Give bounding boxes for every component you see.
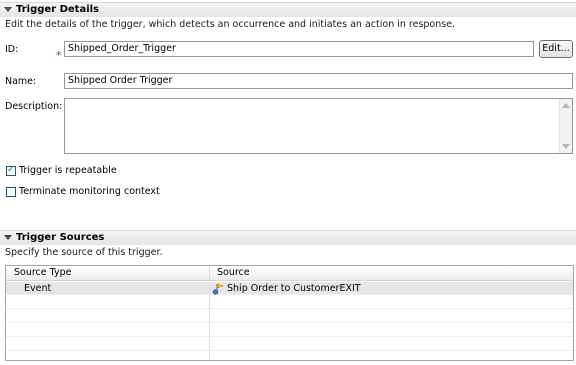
terminate-label: Terminate monitoring context [19, 186, 160, 197]
description-label: Description: [5, 101, 63, 112]
repeatable-label: Trigger is repeatable [19, 165, 117, 176]
table-header: Source Type Source [6, 266, 573, 281]
event-icon [212, 283, 224, 295]
name-field[interactable]: Shipped Order Trigger [64, 73, 573, 89]
table-row [6, 338, 573, 351]
description-textarea[interactable] [64, 98, 573, 154]
trigger-details-description: Edit the details of the trigger, which d… [5, 19, 456, 30]
column-header-source[interactable]: Source [217, 266, 250, 280]
edit-button[interactable]: Edit... [539, 40, 573, 58]
repeatable-checkbox[interactable]: ✓ [6, 164, 16, 176]
table-row [6, 310, 573, 323]
description-scrollbar[interactable] [559, 99, 572, 153]
collapse-chevron-icon[interactable] [4, 235, 12, 240]
section-title: Trigger Sources [16, 232, 105, 243]
required-marker-icon: * [56, 49, 62, 62]
trigger-sources-header[interactable]: Trigger Sources [0, 230, 576, 245]
source-type-cell: Event [24, 283, 52, 294]
table-row [6, 296, 573, 309]
source-cell: Ship Order to CustomerEXIT [227, 283, 361, 294]
section-title: Trigger Details [16, 4, 100, 15]
terminate-checkbox[interactable] [6, 187, 16, 197]
trigger-sources-description: Specify the source of this trigger. [5, 247, 163, 258]
scroll-down-icon[interactable] [562, 144, 570, 149]
checkmark-icon: ✓ [7, 164, 16, 175]
id-label: ID: [5, 44, 19, 55]
trigger-sources-table[interactable]: Source Type Source Event Ship Order to C… [5, 265, 574, 361]
trigger-details-header[interactable]: Trigger Details [0, 2, 576, 17]
name-label: Name: [5, 76, 37, 87]
collapse-chevron-icon[interactable] [4, 7, 12, 12]
column-header-source-type[interactable]: Source Type [14, 266, 71, 280]
table-row [6, 324, 573, 337]
id-field[interactable]: Shipped_Order_Trigger [64, 41, 534, 57]
table-row[interactable]: Event Ship Order to CustomerEXIT [6, 282, 573, 295]
scroll-up-icon[interactable] [562, 103, 570, 108]
